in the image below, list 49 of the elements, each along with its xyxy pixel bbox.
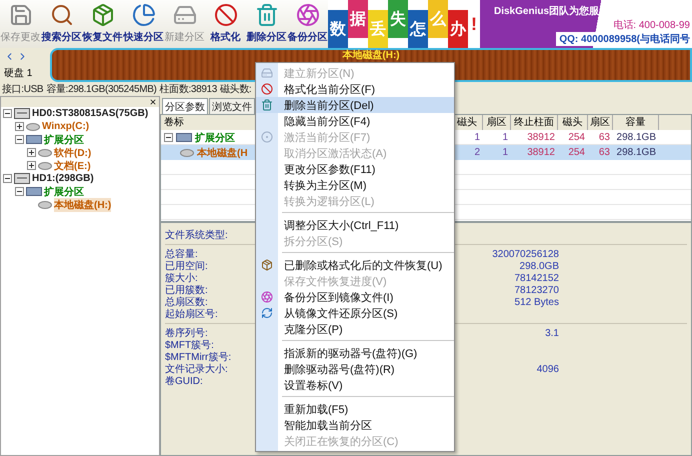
banner-tile: 数 bbox=[328, 10, 348, 48]
banner-slogan: DiskGenius团队为您服 bbox=[493, 4, 600, 18]
field-value: 3.1 bbox=[545, 328, 559, 338]
field-label: 卷GUID: bbox=[165, 375, 203, 388]
banner-tile: 失 bbox=[388, 0, 408, 38]
table-cell: 38912 bbox=[511, 145, 558, 160]
banner-tile: 怎 bbox=[408, 10, 428, 48]
banner-phone: 电话: 400-008-99 bbox=[613, 18, 690, 32]
row-label: 本地磁盘(H bbox=[197, 146, 248, 160]
field-value: 320070256128 bbox=[492, 248, 559, 260]
table-cell: 1 bbox=[483, 145, 511, 160]
field-label: 文件系统类型: bbox=[165, 228, 228, 242]
field-value: 512 Bytes bbox=[514, 296, 559, 308]
field-label: 卷序列号: bbox=[165, 326, 208, 340]
disk-info: 接口:USB bbox=[2, 82, 44, 96]
field-value: 78123270 bbox=[514, 284, 559, 296]
table-cell-text: 298.1GB bbox=[616, 131, 657, 145]
field-label: 总容量: bbox=[165, 248, 198, 260]
table-cell: 63 bbox=[588, 145, 613, 160]
field-label: 已用空间: bbox=[165, 260, 208, 272]
field-value: 78142152 bbox=[514, 272, 559, 284]
field-value: 4096 bbox=[536, 364, 559, 374]
disk-label: 硬盘 1 bbox=[4, 67, 34, 80]
disk-info: 容量:298.1GB(305245MB) bbox=[46, 82, 157, 96]
banner-tile: 办 bbox=[448, 10, 468, 48]
table-cell: 254 bbox=[558, 145, 588, 160]
field-label: 总扇区数: bbox=[165, 296, 208, 308]
disk-info: 柱面数:38913 bbox=[160, 82, 217, 96]
table-cell-text: 1 bbox=[501, 131, 509, 145]
field-label: 簇大小: bbox=[165, 272, 198, 285]
field-label: 起始扇区号: bbox=[165, 308, 218, 321]
table-cell-text: 38912 bbox=[526, 131, 556, 145]
table-cell-text: 63 bbox=[598, 131, 611, 145]
field-label: $MFT簇号: bbox=[165, 339, 214, 352]
field-value: 298.0GB bbox=[520, 260, 559, 272]
banner-qq: QQ: 4000089958(与电话同号 bbox=[556, 32, 690, 46]
field-label: 文件记录大小: bbox=[165, 362, 228, 376]
partition-name: 本地磁盘(H:) bbox=[342, 50, 400, 61]
table-cell: 298.1GB bbox=[613, 145, 659, 160]
table-cell: 2 bbox=[452, 145, 483, 160]
banner-tile: 么 bbox=[428, 0, 448, 38]
table-cell-text: 1 bbox=[473, 131, 481, 145]
field-label: $MFTMirr簇号: bbox=[165, 351, 232, 364]
table-cell-text: 254 bbox=[567, 131, 586, 145]
field-label: 已用簇数: bbox=[165, 284, 208, 296]
banner-tile: 据 bbox=[348, 0, 368, 38]
disk-info: 磁头数: bbox=[220, 82, 252, 96]
banner-tile: 丢 bbox=[368, 10, 388, 48]
row-label: 扩展分区 bbox=[195, 131, 235, 144]
